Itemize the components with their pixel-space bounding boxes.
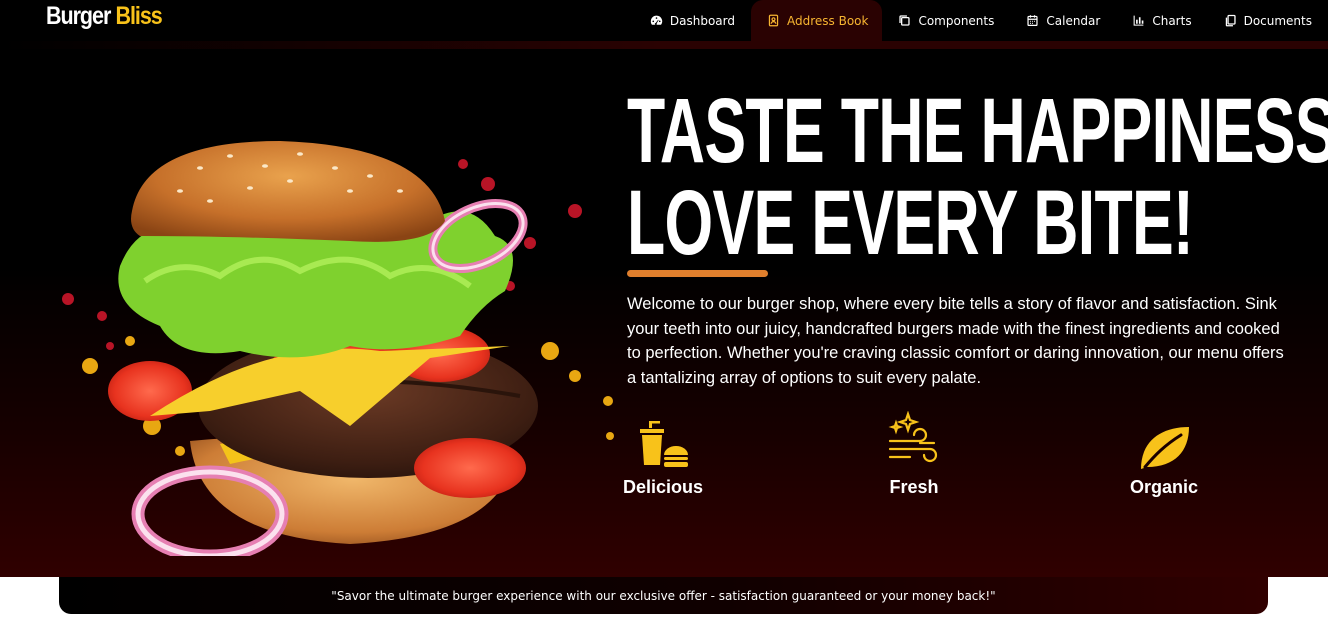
headline-underline: [627, 270, 768, 277]
nav-components[interactable]: Components: [882, 0, 1010, 41]
feature-delicious-label: Delicious: [622, 477, 704, 497]
nav-charts[interactable]: Charts: [1116, 0, 1207, 41]
brand-logo[interactable]: Burger Bliss: [46, 0, 163, 32]
nav-documents-label: Documents: [1243, 13, 1312, 28]
brand-name-part1: Burger: [46, 1, 111, 30]
bar-chart-icon: [1133, 15, 1144, 26]
nav-charts-label: Charts: [1152, 13, 1192, 28]
top-navbar: Burger Bliss Dashboard Address Book Compo…: [0, 0, 1328, 41]
nav-documents[interactable]: Documents: [1208, 0, 1328, 41]
sparkles-wind-icon: [834, 411, 994, 473]
nav-components-label: Components: [918, 13, 995, 28]
offer-banner-text: "Savor the ultimate burger experience wi…: [331, 588, 996, 603]
main-menu: Dashboard Address Book Components Calend…: [634, 0, 1328, 41]
brand-name-part2: Bliss: [115, 1, 162, 30]
feature-fresh: Fresh: [834, 411, 994, 498]
hero-divider: [0, 41, 1328, 49]
fast-food-icon: [583, 411, 743, 473]
nav-dashboard-label: Dashboard: [669, 13, 735, 28]
hero-description: Welcome to our burger shop, where every …: [627, 295, 1284, 387]
gauge-icon: [650, 15, 663, 25]
leaf-icon: [1084, 411, 1244, 473]
headline-line-2: LOVE EVERY BITE!: [627, 172, 1194, 274]
nav-calendar[interactable]: Calendar: [1010, 0, 1116, 41]
nav-address-book-label: Address Book: [786, 13, 869, 28]
documents-icon: [1225, 14, 1236, 27]
hero-headline: TASTE THE HAPPINESS, LOVE EVERY BITE!: [627, 85, 1328, 274]
nav-calendar-label: Calendar: [1046, 13, 1101, 28]
feature-organic: Organic: [1084, 411, 1244, 498]
feature-delicious: Delicious: [583, 411, 743, 498]
nav-dashboard[interactable]: Dashboard: [634, 0, 751, 41]
copy-icon: [899, 15, 911, 26]
hero-section: TASTE THE HAPPINESS, LOVE EVERY BITE! We…: [0, 41, 1328, 577]
feature-organic-label: Organic: [1129, 477, 1199, 497]
calendar-icon: [1027, 15, 1038, 26]
burger-image: [62, 141, 614, 556]
nav-address-book[interactable]: Address Book: [750, 0, 883, 41]
feature-fresh-label: Fresh: [889, 477, 939, 497]
address-book-icon: [768, 14, 779, 27]
headline-line-1: TASTE THE HAPPINESS,: [627, 80, 1328, 182]
offer-banner: "Savor the ultimate burger experience wi…: [59, 577, 1268, 614]
